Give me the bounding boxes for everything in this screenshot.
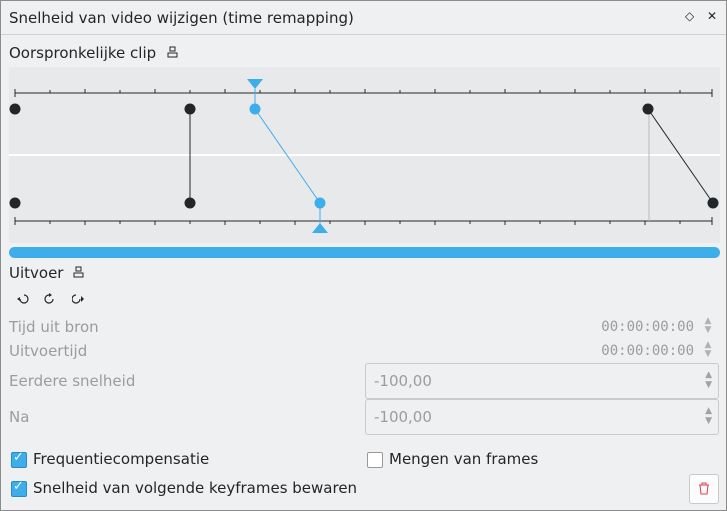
speed-after-value: -100,00 xyxy=(374,408,432,426)
output-keyframe[interactable] xyxy=(184,197,196,209)
delete-keyframe-button[interactable] xyxy=(689,474,719,504)
output-time-label: Uitvoertijd xyxy=(9,342,88,360)
speed-before-label: Eerdere snelheid xyxy=(9,372,136,390)
keyframe-icon xyxy=(73,266,84,281)
source-time-label: Tijd uit bron xyxy=(9,318,99,336)
move-keyframe-icon[interactable] xyxy=(44,293,57,308)
pitch-compensation-label[interactable]: Frequentiecompensatie xyxy=(33,450,209,468)
panel-titlebar: Snelheid van video wijzigen (time remapp… xyxy=(1,1,726,35)
spinner-arrows-icon[interactable]: ▲ ▼ xyxy=(705,406,712,426)
output-keyframe-selected[interactable] xyxy=(314,197,326,209)
next-keyframe-icon[interactable] xyxy=(71,293,85,308)
output-time-value[interactable]: 00:00:00:00 xyxy=(601,343,694,359)
speed-after-input[interactable]: -100,00 ▲ ▼ xyxy=(365,399,719,435)
keep-speed-checkbox[interactable] xyxy=(11,479,27,497)
clip-range-bar[interactable] xyxy=(9,247,720,258)
frame-blending-label[interactable]: Mengen van frames xyxy=(389,450,538,468)
frame-blending-checkbox[interactable] xyxy=(367,452,383,468)
spinner-arrows-icon[interactable]: ▲ ▼ xyxy=(705,370,712,390)
panel-title: Snelheid van video wijzigen (time remapp… xyxy=(9,9,354,27)
keep-speed-label[interactable]: Snelheid van volgende keyframes bewaren xyxy=(33,479,357,497)
source-playhead-marker[interactable] xyxy=(247,79,263,89)
source-keyframe[interactable] xyxy=(642,103,654,115)
source-time-spinner[interactable]: ▲ ▼ xyxy=(702,317,714,337)
output-time-spinner[interactable]: ▲ ▼ xyxy=(702,341,714,361)
speed-after-label: Na xyxy=(9,408,30,426)
add-keyframe-icon[interactable] xyxy=(16,293,29,308)
output-keyframe[interactable] xyxy=(707,197,719,209)
output-playhead-marker[interactable] xyxy=(312,223,328,233)
original-clip-label: Oorspronkelijke clip xyxy=(9,44,157,62)
speed-before-value: -100,00 xyxy=(374,372,432,390)
close-panel-icon[interactable]: ✕ xyxy=(707,9,717,23)
remap-timeline[interactable] xyxy=(9,67,720,243)
speed-before-input[interactable]: -100,00 ▲ ▼ xyxy=(365,363,719,399)
output-keyframe[interactable] xyxy=(9,197,21,209)
source-keyframe-selected[interactable] xyxy=(249,103,261,115)
time-remap-panel: Snelheid van video wijzigen (time remapp… xyxy=(0,0,727,511)
pitch-compensation-checkbox[interactable] xyxy=(11,450,27,468)
float-panel-icon[interactable]: ◇ xyxy=(685,9,694,23)
trash-icon xyxy=(699,482,709,495)
source-keyframe[interactable] xyxy=(184,103,196,115)
source-keyframe[interactable] xyxy=(9,103,21,115)
source-time-value[interactable]: 00:00:00:00 xyxy=(601,319,694,335)
output-label: Uitvoer xyxy=(9,264,64,282)
keyframe-icon xyxy=(167,46,178,61)
